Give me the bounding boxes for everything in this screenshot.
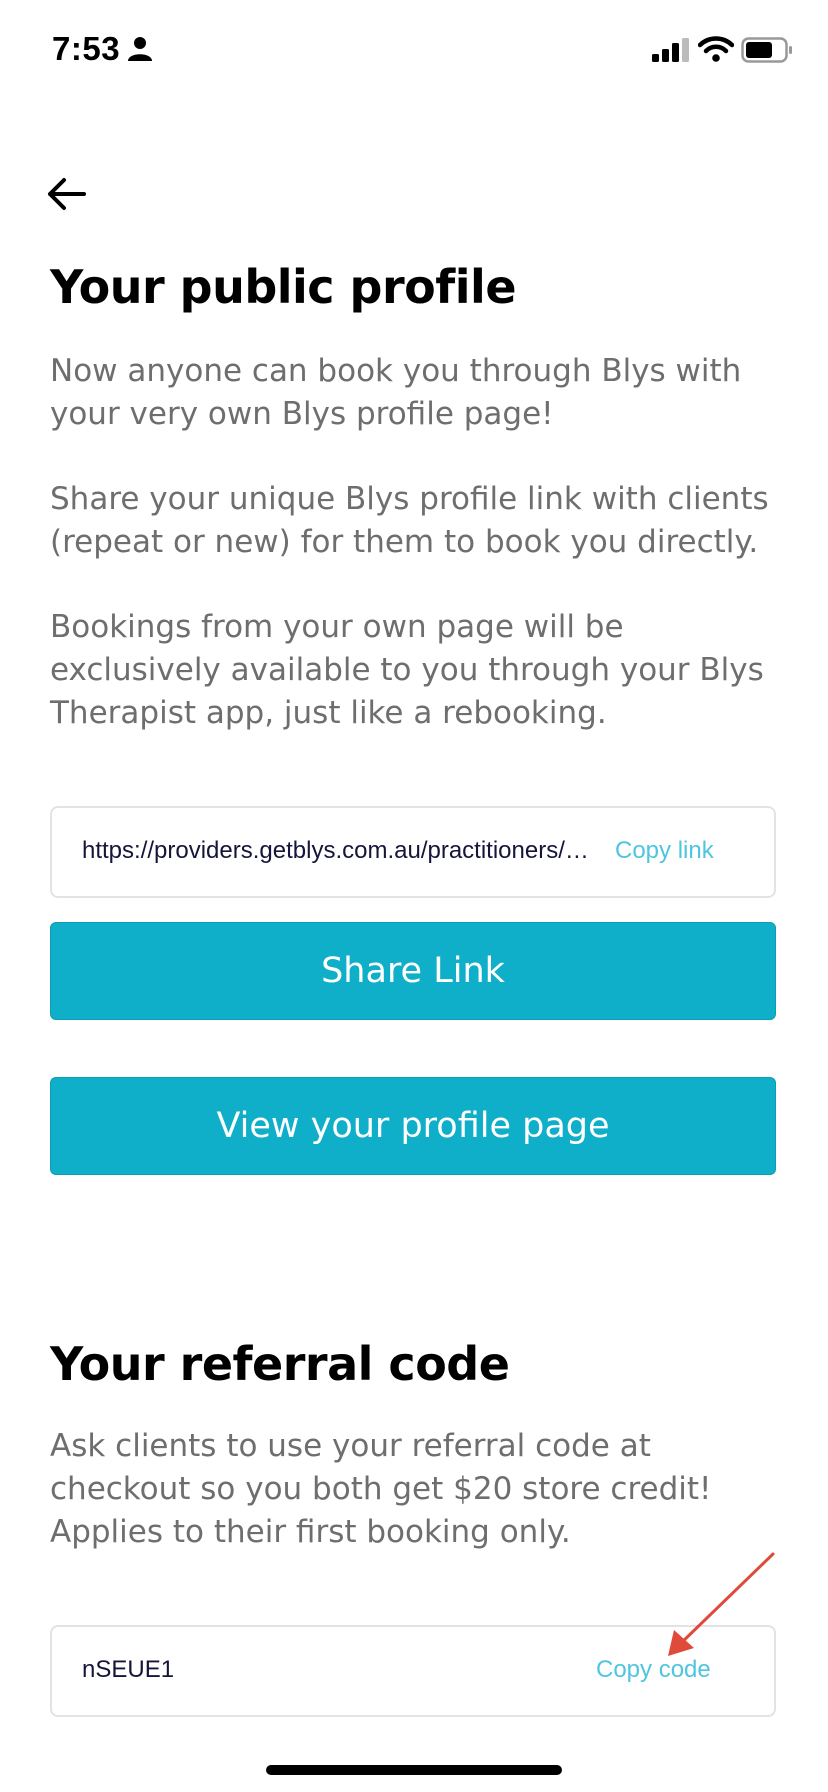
annotation-arrow-icon	[668, 1552, 775, 1656]
profile-description-3: Bookings from your own page will be excl…	[50, 609, 764, 731]
status-time: 7:53	[52, 30, 121, 67]
profile-description-1: Now anyone can book you through Blys wit…	[50, 353, 742, 432]
arrow-left-icon[interactable]	[44, 172, 88, 216]
profile-link-value: https://providers.getblys.com.au/practit…	[82, 837, 590, 864]
person-icon	[128, 37, 152, 61]
home-indicator	[266, 1765, 562, 1775]
wifi-icon	[698, 36, 734, 62]
copy-link-button[interactable]: Copy link	[615, 837, 714, 865]
profile-link-field: https://providers.getblys.com.au/practit…	[50, 806, 776, 898]
referral-title: Your referral code	[50, 1337, 510, 1391]
public-profile-title: Your public profile	[50, 260, 517, 314]
signal-icon	[652, 38, 689, 62]
copy-code-button[interactable]: Copy code	[596, 1656, 711, 1684]
referral-description: Ask clients to use your referral code at…	[50, 1428, 712, 1550]
battery-icon	[741, 37, 792, 63]
referral-code-value: nSEUE1	[82, 1656, 175, 1683]
profile-description-2: Share your unique Blys profile link with…	[50, 481, 769, 560]
view-profile-button[interactable]: View your profile page	[50, 1077, 776, 1175]
share-link-button[interactable]: Share Link	[50, 922, 776, 1020]
